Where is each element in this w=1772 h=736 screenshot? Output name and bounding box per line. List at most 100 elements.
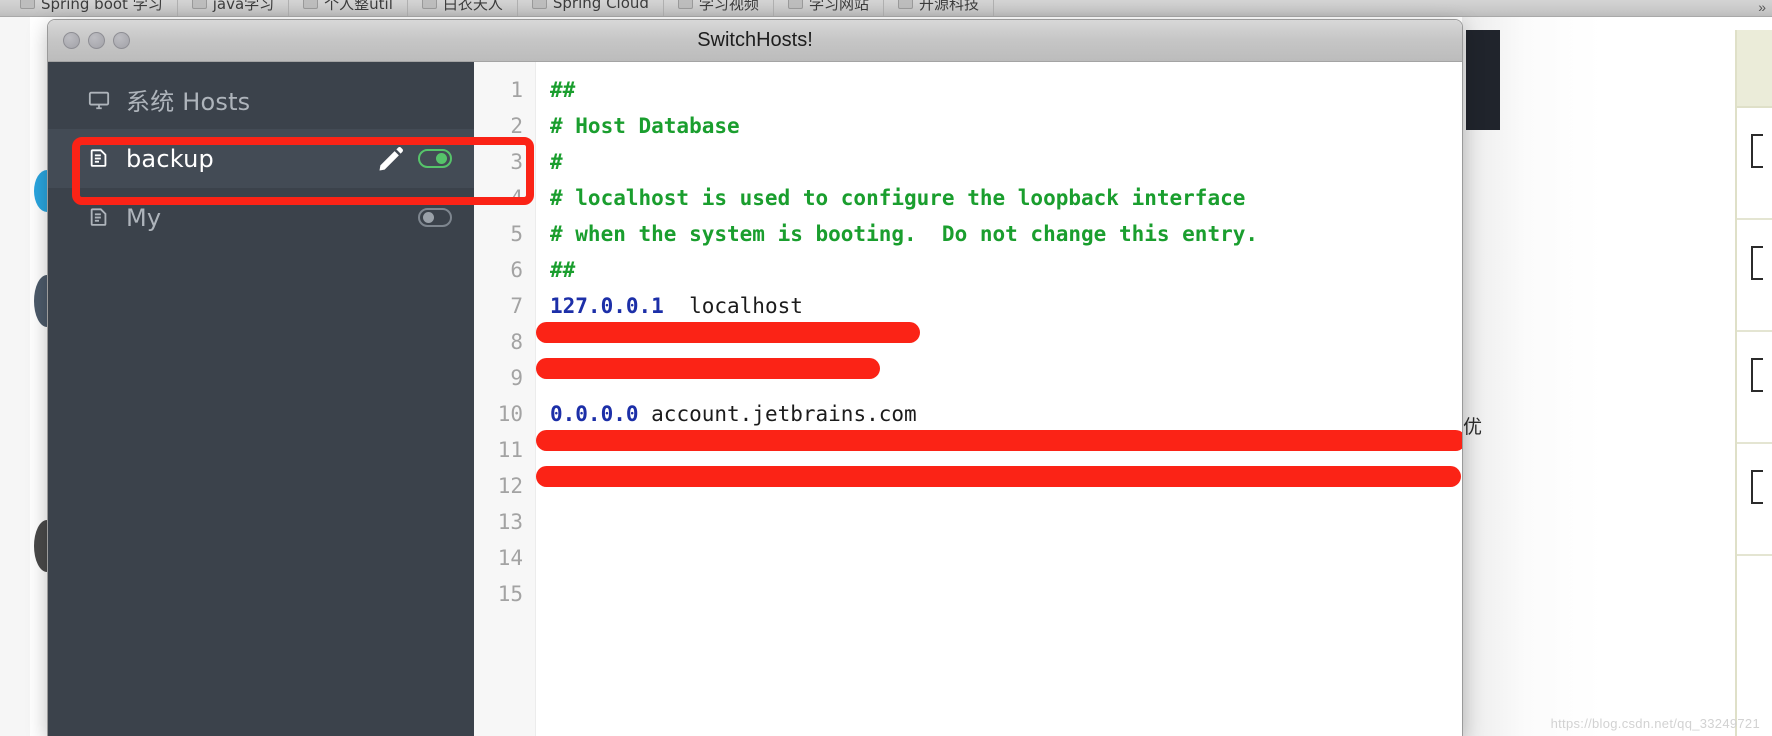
document-icon <box>88 207 110 229</box>
browser-tab-2[interactable]: java学习 <box>178 0 290 16</box>
browser-tab-label: java学习 <box>212 0 275 13</box>
window-titlebar[interactable]: SwitchHosts! <box>48 20 1462 62</box>
toggle-knob <box>423 212 434 223</box>
browser-tab-3[interactable]: 个人整util <box>289 0 408 16</box>
redaction-bar <box>536 358 880 379</box>
sidebar-item-my[interactable]: My <box>48 188 474 247</box>
background-dark-block <box>1466 30 1500 130</box>
document-icon <box>88 148 110 170</box>
browser-tab-label: 开源科技 <box>918 0 979 13</box>
sidebar-item-label: backup <box>126 144 214 173</box>
code-line <box>536 358 1462 396</box>
browser-tab-7[interactable]: 学习网站 <box>774 0 884 16</box>
code-line <box>536 430 1462 468</box>
hosts-toggle-my[interactable] <box>418 208 452 227</box>
browser-tab-strip: Spring boot 学习 java学习 个人整util 白衣天人 Spring Cl… <box>0 0 1772 17</box>
line-number: 15 <box>497 582 523 606</box>
sidebar-item-系统-hosts[interactable]: 系统 Hosts <box>48 70 474 129</box>
line-number: 1 <box>510 78 523 102</box>
hosts-sidebar: 系统 Hosts backup My <box>48 62 474 736</box>
close-button[interactable] <box>63 32 80 49</box>
browser-tab-1[interactable]: Spring boot 学习 <box>6 0 178 16</box>
browser-tab-4[interactable]: 白衣天人 <box>408 0 518 16</box>
browser-tab-5[interactable]: Spring Cloud <box>518 0 664 16</box>
line-number: 10 <box>497 402 523 426</box>
background-left-strip <box>0 16 30 736</box>
line-number: 9 <box>510 366 523 390</box>
code-hostname: account.jetbrains.com <box>638 402 917 426</box>
browser-tab-6[interactable]: 学习视频 <box>664 0 774 16</box>
tab-overflow-icon[interactable]: » <box>1758 0 1766 14</box>
sidebar-item-backup[interactable]: backup <box>48 129 474 188</box>
background-table-row <box>1737 332 1772 444</box>
code-ip-address: 127.0.0.1 <box>550 294 664 318</box>
line-number: 12 <box>497 474 523 498</box>
hosts-toggle-backup[interactable] <box>418 149 452 168</box>
redaction-bar <box>536 430 1462 451</box>
hosts-editor[interactable]: 1 2 3 4 5 6 7 8 9 10 11 12 13 14 15 ## # Host Database #… <box>474 62 1462 736</box>
code-comment: ## <box>550 258 576 282</box>
minimize-button[interactable] <box>88 32 105 49</box>
line-number: 2 <box>510 114 523 138</box>
code-line: # localhost is used to configure the loo… <box>550 180 1462 216</box>
line-number: 8 <box>510 330 523 354</box>
line-number: 4 <box>510 186 523 210</box>
code-hostname: localhost <box>663 294 803 318</box>
page-favicon <box>787 0 803 9</box>
page-favicon <box>677 0 693 9</box>
browser-tab-label: Spring boot 学习 <box>41 0 163 13</box>
code-comment: # when the system is booting. Do not cha… <box>550 222 1259 246</box>
background-table-header <box>1737 30 1772 108</box>
line-number: 14 <box>497 546 523 570</box>
code-line <box>536 322 1462 360</box>
page-favicon <box>531 0 547 9</box>
code-comment: ## <box>550 78 576 102</box>
browser-tab-label: 白衣天人 <box>442 0 503 13</box>
page-favicon <box>421 0 437 9</box>
sidebar-item-label: My <box>126 203 162 232</box>
code-line: 0.0.0.0 account.jetbrains.com <box>550 396 1462 432</box>
window-traffic-lights <box>63 32 130 49</box>
pencil-icon[interactable] <box>376 144 406 174</box>
line-number: 3 <box>510 150 523 174</box>
browser-tab-label: Spring Cloud <box>552 0 649 12</box>
code-comment: # <box>550 150 563 174</box>
code-line: ## <box>550 72 1462 108</box>
redaction-bar <box>536 322 920 343</box>
zoom-button[interactable] <box>113 32 130 49</box>
line-number: 5 <box>510 222 523 246</box>
window-body: 系统 Hosts backup My 1 2 3 4 5 6 7 8 9 10 11 12 13 14 15 #… <box>48 62 1462 736</box>
code-line: 127.0.0.1 localhost <box>550 288 1462 324</box>
window-title: SwitchHosts! <box>697 29 813 51</box>
toggle-knob <box>436 153 447 164</box>
code-line: ## <box>550 252 1462 288</box>
line-number: 6 <box>510 258 523 282</box>
line-number: 13 <box>497 510 523 534</box>
browser-tab-label: 学习网站 <box>808 0 869 13</box>
code-area[interactable]: ## # Host Database # # localhost is used to… <box>536 62 1462 736</box>
code-line <box>536 466 1462 504</box>
code-line: # <box>550 144 1462 180</box>
background-glyph: 优 <box>1463 416 1483 438</box>
line-number-gutter: 1 2 3 4 5 6 7 8 9 10 11 12 13 14 15 <box>474 62 536 736</box>
code-comment: # localhost is used to configure the loo… <box>550 186 1246 210</box>
csdn-watermark: https://blog.csdn.net/qq_33249721 <box>1550 716 1760 731</box>
page-favicon <box>191 0 207 9</box>
background-table-row <box>1737 108 1772 220</box>
line-number: 7 <box>510 294 523 318</box>
browser-tab-label: 学习视频 <box>698 0 759 13</box>
code-ip-address: 0.0.0.0 <box>550 402 639 426</box>
background-table-row <box>1737 220 1772 332</box>
monitor-icon <box>88 89 110 111</box>
screen-root: 优 Spring boot 学习 java学习 个人整util 白衣天人 Spring … <box>0 0 1772 736</box>
page-favicon <box>897 0 913 9</box>
page-favicon <box>303 0 319 9</box>
code-comment: # Host Database <box>550 114 740 138</box>
line-number: 11 <box>497 438 523 462</box>
browser-tab-list: Spring boot 学习 java学习 个人整util 白衣天人 Spring Cl… <box>0 0 1772 16</box>
page-favicon <box>20 0 35 9</box>
browser-tab-8[interactable]: 开源科技 <box>884 0 994 16</box>
redaction-bar <box>536 466 1461 487</box>
